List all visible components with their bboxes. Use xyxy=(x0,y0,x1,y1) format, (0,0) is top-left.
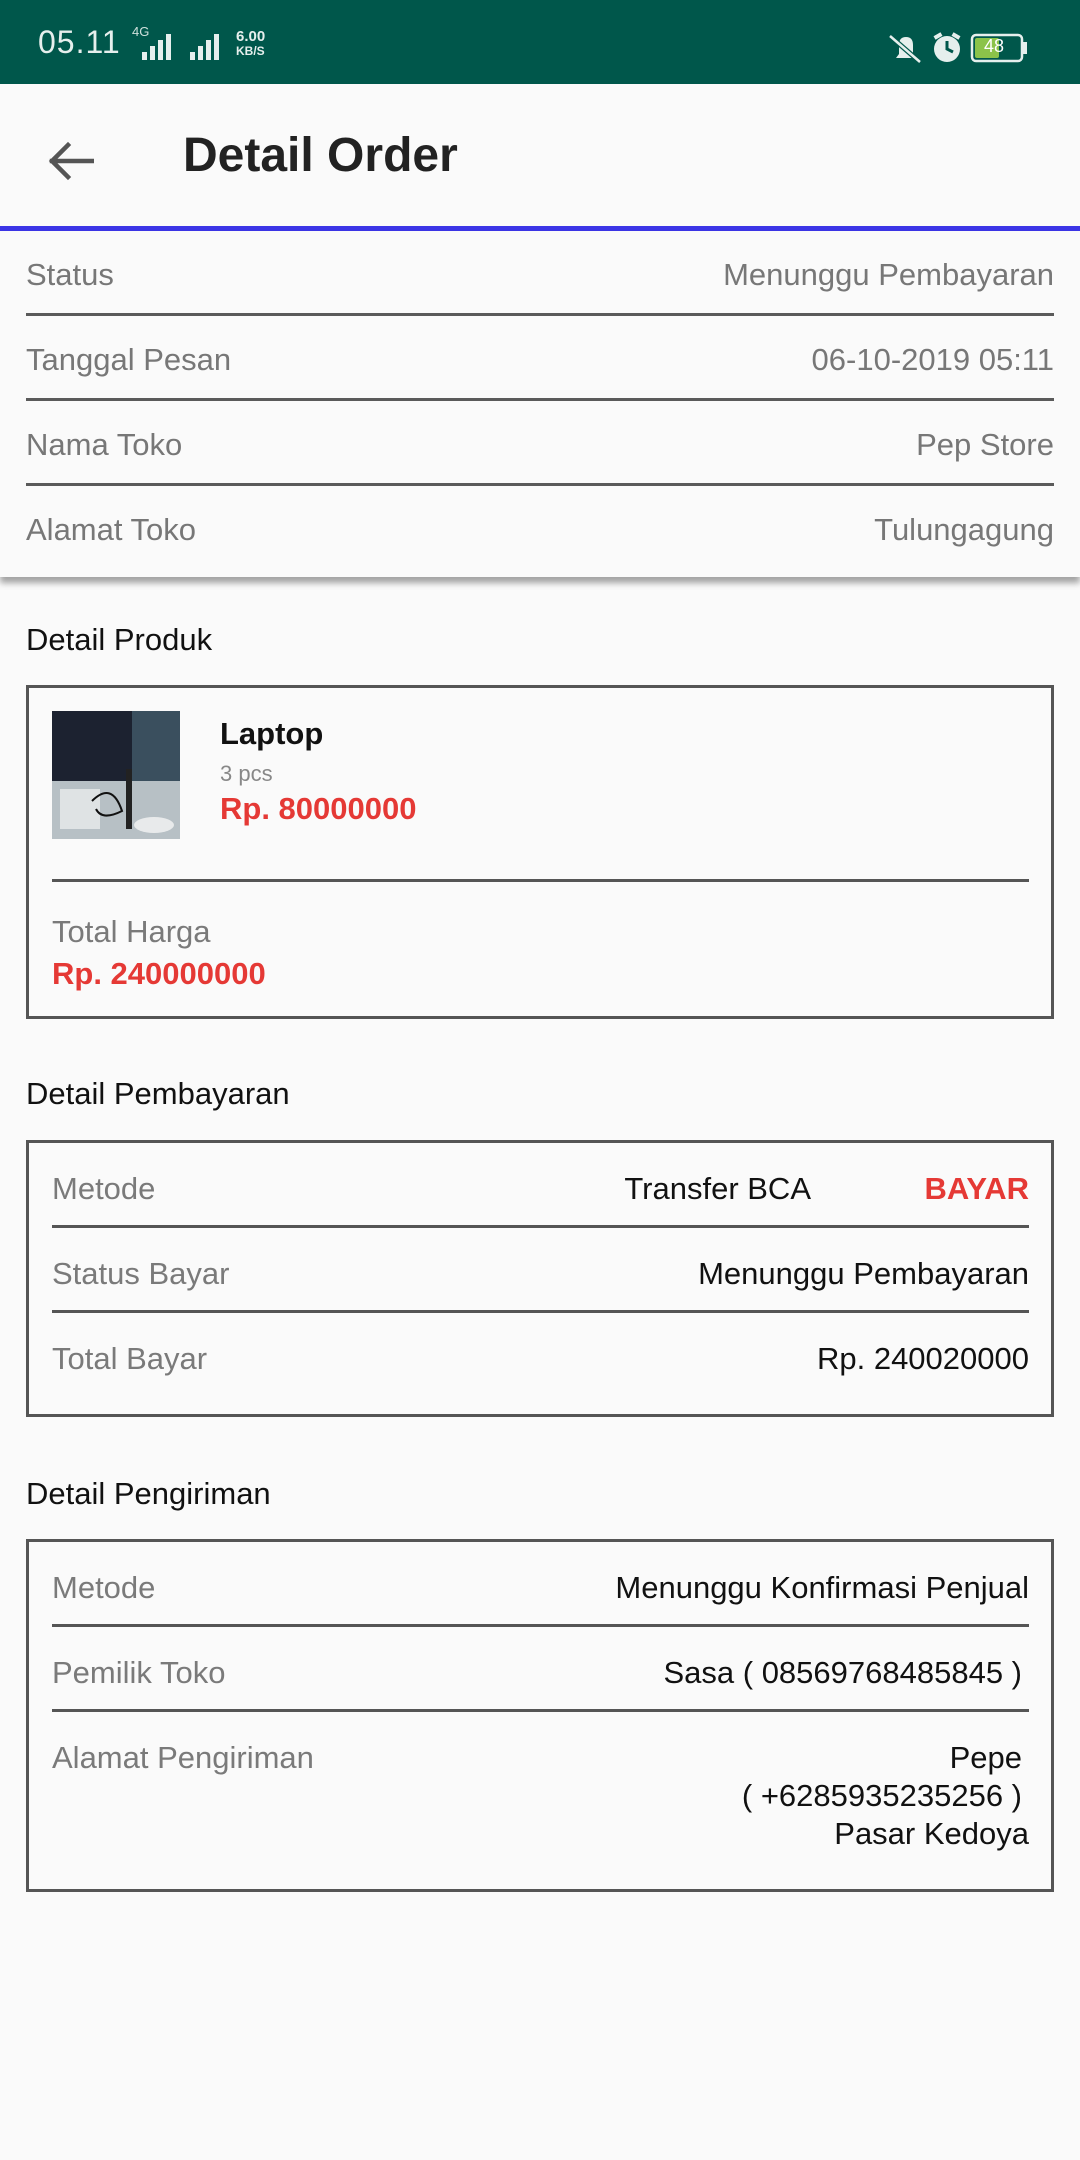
payment-row: Total Bayar Rp. 240020000 xyxy=(52,1313,1029,1398)
shipping-card: Metode Menunggu Konfirmasi Penjual Pemil… xyxy=(26,1539,1054,1892)
status-bar: 05.11 4G 6.00 KB/S 48 xyxy=(0,0,1080,84)
network-speed-unit: KB/S xyxy=(236,44,265,58)
shipping-value: Sasa ( 08569768485845 ) xyxy=(663,1655,1022,1690)
order-info-label: Nama Toko xyxy=(26,427,183,462)
order-info-value: Tulungagung xyxy=(874,512,1054,547)
total-price-label: Total Harga xyxy=(52,914,211,949)
shipping-label: Metode xyxy=(52,1570,156,1605)
product-qty: 3 pcs xyxy=(220,761,273,786)
order-info-value: 06-10-2019 05:11 xyxy=(811,342,1054,377)
address-phone: ( +6285935235256 ) xyxy=(741,1778,1022,1813)
order-info-row: Nama Toko Pep Store xyxy=(26,401,1054,486)
status-system-icons xyxy=(888,32,1027,64)
arrow-back-icon xyxy=(48,141,94,181)
total-price-value: Rp. 240000000 xyxy=(52,956,266,991)
pay-button[interactable]: BAYAR xyxy=(924,1171,1029,1207)
shipping-row: Pemilik Toko Sasa ( 08569768485845 ) xyxy=(52,1627,1029,1712)
order-info-row: Status Menunggu Pembayaran xyxy=(26,231,1054,316)
shipping-row: Metode Menunggu Konfirmasi Penjual xyxy=(52,1542,1029,1627)
payment-method-value: Transfer BCA xyxy=(624,1171,811,1206)
payment-row: Metode Transfer BCA BAYAR xyxy=(52,1143,1029,1228)
order-info-label: Status xyxy=(26,257,114,292)
payment-value: Rp. 240020000 xyxy=(816,1341,1029,1376)
shipping-value: Menunggu Konfirmasi Penjual xyxy=(615,1570,1029,1605)
order-info-row: Tanggal Pesan 06-10-2019 05:11 xyxy=(26,316,1054,401)
network-speed: 6.00 xyxy=(236,28,266,45)
network-type-label: 4G xyxy=(132,24,150,39)
address-name: Pepe xyxy=(949,1740,1022,1775)
order-info-row: Alamat Toko Tulungagung xyxy=(26,486,1054,571)
order-info-label: Alamat Toko xyxy=(26,512,197,547)
product-name: Laptop xyxy=(220,716,324,751)
payment-label: Status Bayar xyxy=(52,1256,230,1291)
shipping-label: Pemilik Toko xyxy=(52,1655,226,1690)
payment-value: Menunggu Pembayaran xyxy=(698,1256,1029,1291)
laptop-photo-icon xyxy=(52,711,180,839)
order-info-value: Menunggu Pembayaran xyxy=(723,257,1054,292)
app-bar: Detail Order xyxy=(0,84,1080,228)
status-right-icons: 48 xyxy=(884,30,1044,66)
back-button[interactable] xyxy=(28,118,114,204)
order-info-panel: Status Menunggu Pembayaran Tanggal Pesan… xyxy=(0,231,1080,577)
product-section-title: Detail Produk xyxy=(26,622,213,657)
status-time: 05.11 xyxy=(38,24,121,60)
order-info-label: Tanggal Pesan xyxy=(26,342,232,377)
shipping-section-title: Detail Pengiriman xyxy=(26,1476,271,1511)
product-price: Rp. 80000000 xyxy=(220,791,417,826)
page-title: Detail Order xyxy=(183,129,458,182)
shipping-address-row: Alamat Pengiriman Pepe ( +6285935235256 … xyxy=(52,1712,1029,1882)
payment-card: Metode Transfer BCA BAYAR Status Bayar M… xyxy=(26,1140,1054,1417)
battery-level: 48 xyxy=(984,36,1005,56)
payment-section-title: Detail Pembayaran xyxy=(26,1076,290,1111)
signal-icons: 4G 6.00 KB/S xyxy=(130,24,280,64)
product-card: Laptop 3 pcs Rp. 80000000 Total Harga Rp… xyxy=(26,685,1054,1019)
payment-label: Metode xyxy=(52,1171,156,1206)
divider xyxy=(52,879,1029,882)
order-info-value: Pep Store xyxy=(916,427,1054,462)
payment-label: Total Bayar xyxy=(52,1341,208,1376)
address-place: Pasar Kedoya xyxy=(834,1816,1029,1851)
product-image[interactable] xyxy=(52,711,180,839)
shipping-address-label: Alamat Pengiriman xyxy=(52,1740,314,1775)
mute-bell-icon xyxy=(888,34,922,64)
payment-row: Status Bayar Menunggu Pembayaran xyxy=(52,1228,1029,1313)
alarm-icon xyxy=(933,32,961,62)
